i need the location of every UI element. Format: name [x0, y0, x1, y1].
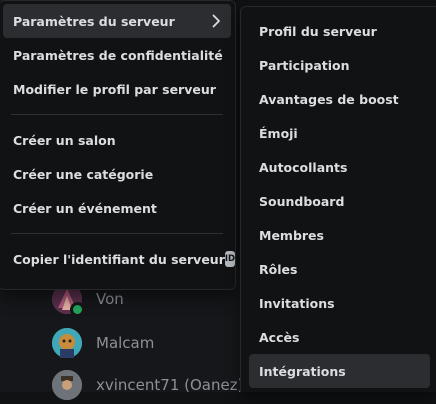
menu-divider: [11, 114, 223, 115]
copy-server-id-item[interactable]: Copier l'identifiant du serveur ID: [3, 242, 236, 276]
item-label: Profil du serveur: [259, 23, 377, 39]
item-label: Intégrations: [259, 363, 346, 379]
item-label: Invitations: [259, 295, 335, 311]
submenu-item-integrations[interactable]: Intégrations: [249, 354, 430, 388]
item-label: Paramètres de confidentialité: [13, 47, 223, 63]
submenu-item-stickers[interactable]: Autocollants: [249, 150, 430, 184]
item-label: Membres: [259, 227, 324, 243]
create-channel-item[interactable]: Créer un salon: [3, 123, 231, 157]
member-name: Von: [96, 290, 124, 308]
item-label: Paramètres du serveur: [13, 13, 175, 29]
item-label: Autocollants: [259, 159, 348, 175]
item-label: Modifier le profil par serveur: [13, 81, 216, 97]
member-name: Malcam: [96, 334, 155, 352]
submenu-item-members[interactable]: Membres: [249, 218, 430, 252]
edit-server-profile-item[interactable]: Modifier le profil par serveur: [3, 72, 231, 106]
item-label: Créer une catégorie: [13, 166, 154, 182]
item-label: Rôles: [259, 261, 298, 277]
server-settings-item[interactable]: Paramètres du serveur: [3, 4, 231, 38]
submenu-item-roles[interactable]: Rôles: [249, 252, 430, 286]
avatar-art-icon: [52, 370, 82, 400]
server-context-menu: Paramètres du serveur Paramètres de conf…: [0, 0, 236, 290]
submenu-item-soundboard[interactable]: Soundboard: [249, 184, 430, 218]
chevron-right-icon: [212, 14, 220, 28]
server-settings-submenu: Profil du serveur Participation Avantage…: [240, 6, 436, 392]
item-label: Accès: [259, 329, 300, 345]
avatar: [52, 370, 82, 400]
submenu-item-emoji[interactable]: Émoji: [249, 116, 430, 150]
id-icon: ID: [224, 251, 236, 267]
item-label: Soundboard: [259, 193, 345, 209]
menu-divider: [11, 233, 223, 234]
item-label: Participation: [259, 57, 350, 73]
member-xvincent71[interactable]: xvincent71 (Oanez): [52, 368, 243, 402]
submenu-item-boost-perks[interactable]: Avantages de boost: [249, 82, 430, 116]
member-name: xvincent71 (Oanez): [96, 376, 244, 394]
item-label: Avantages de boost: [259, 91, 399, 107]
item-label: Créer un salon: [13, 132, 116, 148]
create-event-item[interactable]: Créer un événement: [3, 191, 231, 225]
item-label: Copier l'identifiant du serveur: [13, 251, 225, 267]
create-category-item[interactable]: Créer une catégorie: [3, 157, 231, 191]
privacy-settings-item[interactable]: Paramètres de confidentialité: [3, 38, 231, 72]
submenu-item-participation[interactable]: Participation: [249, 48, 430, 82]
submenu-item-access[interactable]: Accès: [249, 320, 430, 354]
avatar-art-icon: [52, 328, 82, 358]
item-label: Créer un événement: [13, 200, 157, 216]
submenu-item-invites[interactable]: Invitations: [249, 286, 430, 320]
avatar: [52, 328, 82, 358]
member-malcam[interactable]: Malcam: [52, 326, 154, 360]
online-status-icon: [70, 302, 85, 317]
item-label: Émoji: [259, 125, 298, 141]
submenu-item-server-profile[interactable]: Profil du serveur: [249, 14, 430, 48]
